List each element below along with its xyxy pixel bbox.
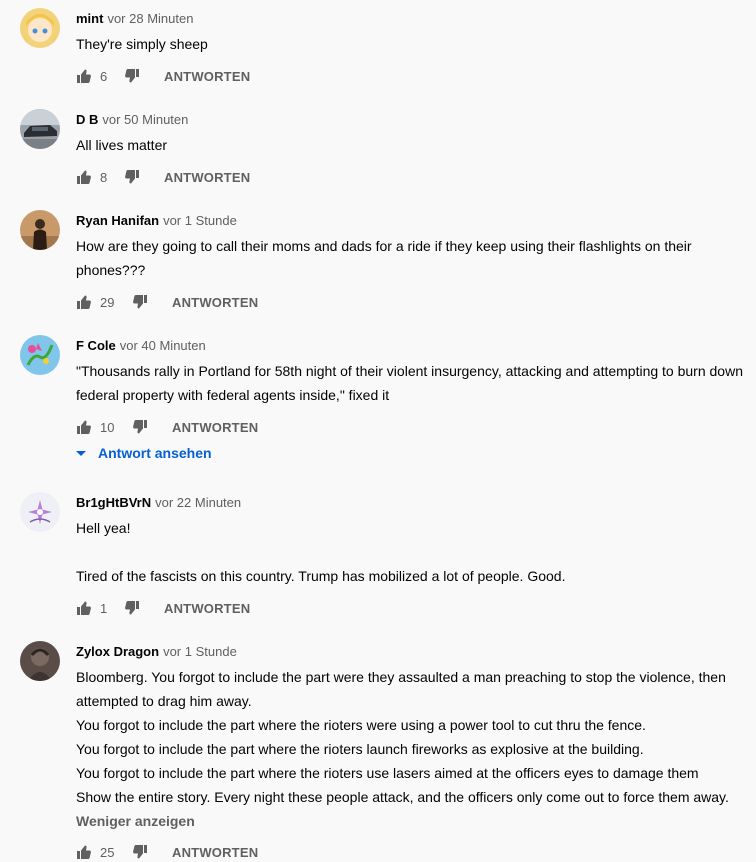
comment-timestamp[interactable]: vor 22 Minuten <box>155 495 241 510</box>
like-count: 1 <box>100 600 108 616</box>
reply-button[interactable]: ANTWORTEN <box>164 69 250 84</box>
comment-thread: mint vor 28 Minuten They're simply sheep … <box>0 0 756 100</box>
comment-actions: 1 ANTWORTEN <box>76 596 250 620</box>
avatar[interactable] <box>20 210 60 250</box>
comment-timestamp[interactable]: vor 1 Stunde <box>163 213 237 228</box>
thumbs-up-icon[interactable] <box>76 169 92 185</box>
comment-timestamp[interactable]: vor 28 Minuten <box>107 11 193 26</box>
view-replies-button[interactable]: Antwort ansehen <box>76 445 212 461</box>
comment-line: Tired of the fascists on this country. T… <box>76 568 566 584</box>
comment-actions: 8 ANTWORTEN <box>76 165 250 189</box>
comment-text: "Thousands rally in Portland for 58th ni… <box>76 359 756 407</box>
comment-line: You forgot to include the part where the… <box>76 717 646 733</box>
comment-line: They're simply sheep <box>76 36 208 52</box>
like-count: 10 <box>100 419 115 435</box>
like-count: 8 <box>100 169 108 185</box>
show-less-button[interactable]: Weniger anzeigen <box>76 813 195 829</box>
thumbs-up-icon[interactable] <box>76 600 92 616</box>
comment-author[interactable]: Zylox Dragon <box>76 644 159 659</box>
comment-thread: Ryan Hanifan vor 1 Stunde How are they go… <box>0 202 756 326</box>
comment-author[interactable]: mint <box>76 11 103 26</box>
thumbs-up-icon[interactable] <box>76 294 92 310</box>
thumbs-down-icon[interactable] <box>124 68 140 84</box>
like-count: 29 <box>100 294 115 310</box>
comment-text: They're simply sheep <box>76 32 756 56</box>
comment-line: Show the entire story. Every night these… <box>76 789 729 805</box>
comment-text: How are they going to call their moms an… <box>76 234 756 282</box>
comment-actions: 29 ANTWORTEN <box>76 290 258 314</box>
comment-timestamp[interactable]: vor 40 Minuten <box>120 338 206 353</box>
comment-text: Hell yea! Tired of the fascists on this … <box>76 516 756 588</box>
comments-list: mint vor 28 Minuten They're simply sheep … <box>0 0 756 862</box>
comment-line: You forgot to include the part where the… <box>76 741 644 757</box>
comment-thread: Br1gHtBVrN vor 22 Minuten Hell yea! Tired… <box>0 484 756 632</box>
thumbs-up-icon[interactable] <box>76 419 92 435</box>
like-count: 25 <box>100 844 115 860</box>
comment-author[interactable]: Ryan Hanifan <box>76 213 159 228</box>
caret-down-icon <box>76 450 86 456</box>
avatar[interactable] <box>20 641 60 681</box>
reply-button[interactable]: ANTWORTEN <box>172 845 258 860</box>
comment-line: All lives matter <box>76 137 168 153</box>
comment-thread: Zylox Dragon vor 1 Stunde Bloomberg. You … <box>0 633 756 862</box>
comment-timestamp[interactable]: vor 50 Minuten <box>102 112 188 127</box>
comment-line: Bloomberg. You forgot to include the par… <box>76 669 726 709</box>
comment-text: All lives matter <box>76 133 756 157</box>
reply-button[interactable]: ANTWORTEN <box>164 601 250 616</box>
reply-button[interactable]: ANTWORTEN <box>172 295 258 310</box>
thumbs-down-icon[interactable] <box>132 844 148 860</box>
avatar[interactable] <box>20 335 60 375</box>
comment-actions: 10 ANTWORTEN <box>76 415 258 439</box>
comment-line: "Thousands rally in Portland for 58th ni… <box>76 363 743 403</box>
comment-author[interactable]: D B <box>76 112 98 127</box>
thumbs-down-icon[interactable] <box>124 169 140 185</box>
comment-author[interactable]: Br1gHtBVrN <box>76 495 151 510</box>
thumbs-up-icon[interactable] <box>76 68 92 84</box>
avatar[interactable] <box>20 109 60 149</box>
comment-timestamp[interactable]: vor 1 Stunde <box>163 644 237 659</box>
comment-author[interactable]: F Cole <box>76 338 116 353</box>
thumbs-down-icon[interactable] <box>132 294 148 310</box>
view-replies-label: Antwort ansehen <box>98 445 212 461</box>
thumbs-down-icon[interactable] <box>124 600 140 616</box>
comment-thread: D B vor 50 Minuten All lives matter 8 ANT… <box>0 101 756 201</box>
avatar[interactable] <box>20 492 60 532</box>
comment-actions: 25 ANTWORTEN <box>76 840 258 862</box>
comment-actions: 6 ANTWORTEN <box>76 64 250 88</box>
comment-line: You forgot to include the part where the… <box>76 765 699 781</box>
comment-thread: F Cole vor 40 Minuten "Thousands rally in… <box>0 327 756 477</box>
comment-text: Bloomberg. You forgot to include the par… <box>76 665 756 809</box>
comment-line: Hell yea! <box>76 520 131 536</box>
reply-button[interactable]: ANTWORTEN <box>164 170 250 185</box>
reply-button[interactable]: ANTWORTEN <box>172 420 258 435</box>
comment-line: How are they going to call their moms an… <box>76 238 692 278</box>
like-count: 6 <box>100 68 108 84</box>
thumbs-down-icon[interactable] <box>132 419 148 435</box>
thumbs-up-icon[interactable] <box>76 844 92 860</box>
avatar[interactable] <box>20 8 60 48</box>
